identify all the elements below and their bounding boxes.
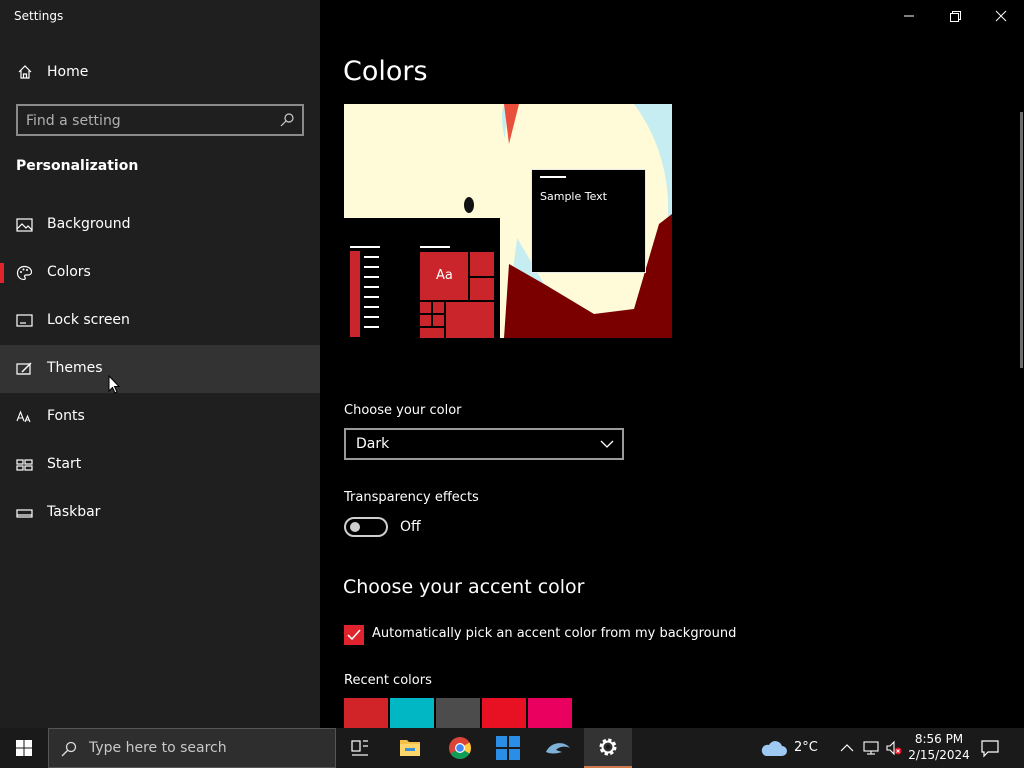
restore-icon	[950, 11, 961, 22]
cloud-icon	[761, 741, 787, 756]
taskbar-search-placeholder: Type here to search	[89, 740, 227, 756]
color-swatch[interactable]	[390, 698, 434, 728]
search-icon	[61, 741, 77, 757]
toggle-state-text: Off	[400, 519, 421, 535]
sidebar-item-label: Start	[47, 456, 82, 472]
sidebar-item-background[interactable]: Background	[0, 201, 320, 249]
sidebar-item-taskbar[interactable]: Taskbar	[0, 489, 320, 537]
color-swatch[interactable]	[482, 698, 526, 728]
chevron-up-icon[interactable]	[839, 740, 855, 756]
preview-sample-text: Sample Text	[540, 190, 607, 203]
mouse-cursor-icon	[108, 375, 120, 394]
themes-icon	[16, 362, 32, 375]
task-view-button[interactable]	[336, 728, 384, 768]
minimize-button[interactable]	[886, 0, 932, 32]
sidebar-item-colors[interactable]: Colors	[0, 249, 320, 297]
sidebar-item-themes[interactable]: Themes	[0, 345, 320, 393]
close-button[interactable]	[978, 0, 1024, 32]
sidebar-item-start[interactable]: Start	[0, 441, 320, 489]
taskbar-icon	[16, 509, 33, 518]
start-icon	[16, 459, 33, 471]
taskbar: Type here to search 2°C 8:56 PM 2/15/202…	[0, 728, 1024, 768]
recent-colors-label: Recent colors	[344, 673, 432, 688]
transparency-label: Transparency effects	[344, 490, 479, 505]
lock-screen-icon	[16, 314, 33, 327]
close-icon	[995, 10, 1007, 22]
weather-temp: 2°C	[794, 740, 818, 755]
recent-colors-swatches	[344, 698, 572, 728]
sidebar-item-label: Fonts	[47, 408, 85, 424]
gear-icon	[599, 738, 617, 756]
search-input[interactable]	[26, 111, 266, 131]
taskbar-clock[interactable]: 8:56 PM 2/15/2024	[905, 731, 973, 763]
page-title: Colors	[343, 56, 428, 87]
sidebar-item-lock-screen[interactable]: Lock screen	[0, 297, 320, 345]
clock-time: 8:56 PM	[914, 732, 964, 746]
auto-accent-label: Automatically pick an accent color from …	[372, 626, 737, 641]
sidebar-item-label: Taskbar	[47, 504, 101, 520]
sidebar-item-home[interactable]: Home	[0, 50, 320, 96]
folder-icon	[400, 740, 420, 756]
weather-widget[interactable]: 2°C	[760, 736, 824, 760]
fonts-icon	[16, 410, 31, 423]
preview-window: Sample Text	[531, 169, 646, 273]
preview-tile-label: Aa	[436, 268, 453, 283]
file-explorer-button[interactable]	[386, 728, 434, 768]
choose-color-dropdown[interactable]: Dark	[344, 428, 624, 460]
section-heading: Personalization	[16, 158, 139, 174]
sidebar-item-label: Lock screen	[47, 312, 130, 328]
windows-logo-icon	[16, 740, 32, 756]
chrome-button[interactable]	[436, 728, 484, 768]
start-menu-app-button[interactable]	[484, 728, 532, 768]
taskbar-search[interactable]: Type here to search	[48, 728, 336, 768]
toggle-knob	[350, 522, 360, 532]
window-title: Settings	[14, 9, 64, 23]
dropdown-value: Dark	[356, 436, 390, 452]
start-button[interactable]	[0, 728, 48, 768]
transparency-toggle[interactable]	[344, 517, 388, 537]
sidebar: Settings Home Personalization Background…	[0, 0, 320, 728]
sidebar-item-label: Background	[47, 216, 131, 232]
sidebar-item-fonts[interactable]: Fonts	[0, 393, 320, 441]
scrollbar[interactable]	[1020, 112, 1023, 368]
checkmark-icon	[347, 629, 361, 641]
minimize-icon	[904, 15, 914, 17]
sidebar-item-label: Colors	[47, 264, 91, 280]
network-icon[interactable]	[863, 740, 879, 756]
speaker-muted-icon[interactable]	[886, 740, 902, 756]
color-swatch[interactable]	[344, 698, 388, 728]
color-preview: Aa Sample Text	[344, 104, 672, 338]
dolphin-icon	[546, 743, 570, 754]
settings-app-button[interactable]	[584, 728, 632, 768]
image-icon	[16, 218, 33, 232]
color-swatch[interactable]	[528, 698, 572, 728]
task-view-icon	[351, 740, 368, 756]
selection-indicator	[0, 263, 4, 283]
color-swatch[interactable]	[436, 698, 480, 728]
search-box[interactable]	[16, 104, 304, 136]
clock-date: 2/15/2024	[908, 748, 970, 762]
main-content: Colors Aa Sample Text Choose your color …	[320, 0, 1024, 728]
accent-section-title: Choose your accent color	[343, 576, 585, 598]
sidebar-item-label: Home	[47, 64, 89, 80]
preview-start-panel: Aa	[344, 218, 500, 338]
auto-accent-checkbox[interactable]	[344, 625, 364, 645]
search-icon[interactable]	[280, 113, 294, 127]
chevron-down-icon	[600, 440, 614, 448]
palette-icon	[16, 265, 33, 281]
restore-button[interactable]	[932, 0, 978, 32]
preview-tile-aa: Aa	[420, 252, 468, 300]
choose-color-label: Choose your color	[344, 403, 462, 418]
app-dolphin-button[interactable]	[534, 728, 582, 768]
sidebar-item-label: Themes	[47, 360, 103, 376]
home-icon	[18, 65, 32, 79]
notification-icon[interactable]	[980, 738, 1000, 758]
windows-tiles-icon	[496, 736, 520, 760]
chrome-icon	[449, 737, 471, 759]
